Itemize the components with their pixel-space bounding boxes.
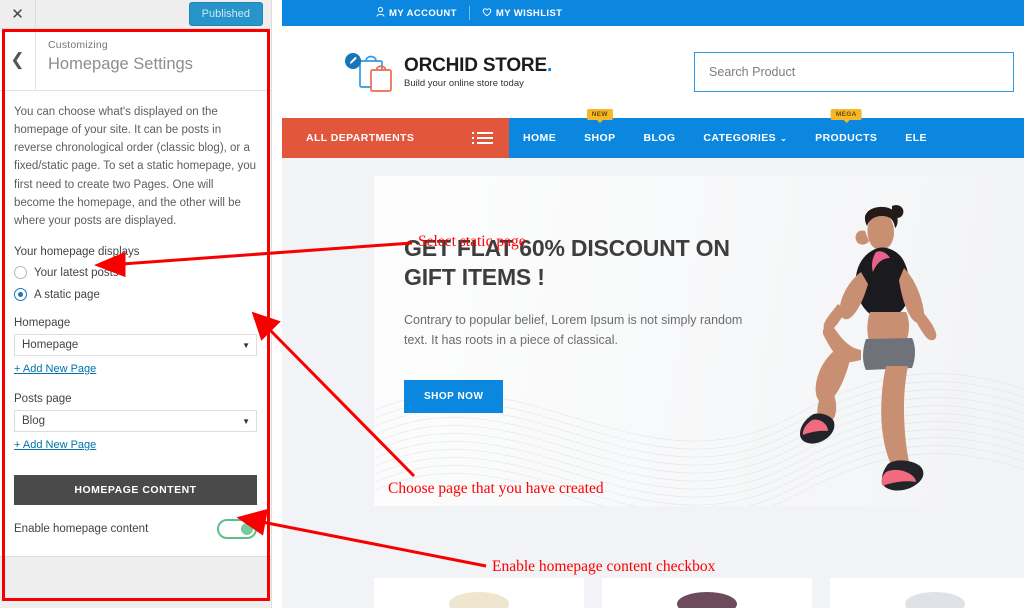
enable-homepage-content-row: Enable homepage content: [14, 519, 257, 540]
page-title: Homepage Settings: [48, 55, 193, 73]
homepage-field-group: Homepage Homepage ▼ + Add New Page: [14, 317, 257, 377]
homepage-displays-label: Your homepage displays: [14, 246, 140, 259]
posts-page-label: Posts page: [14, 393, 72, 406]
product-thumbnail: [677, 592, 737, 608]
toggle-knob: [241, 523, 253, 536]
customizing-label: Customizing: [48, 39, 108, 51]
nav-item-label: ELE: [905, 132, 927, 144]
chevron-down-icon: ▼: [242, 340, 250, 350]
user-icon: [376, 6, 385, 20]
nav-item-label: SHOP: [584, 132, 616, 144]
enable-homepage-content-label: Enable homepage content: [14, 523, 149, 536]
screen-root: MY ACCOUNT MY WISHLIST ORCHID STORE. Bui…: [0, 0, 1024, 608]
enable-homepage-content-toggle[interactable]: [217, 519, 257, 540]
search-placeholder: Search Product: [709, 65, 796, 79]
homepage-label: Homepage: [14, 317, 71, 330]
logo-dot: .: [546, 55, 553, 76]
logo-wordmark: ORCHID STORE. Build your online store to…: [404, 55, 552, 89]
product-card[interactable]: [602, 578, 812, 608]
logo-name-text: ORCHID STORE: [404, 55, 547, 76]
radio-label: Your latest posts: [34, 266, 119, 279]
close-icon[interactable]: ✕: [0, 0, 36, 28]
logo-tagline: Build your online store today: [404, 78, 524, 89]
nav-item-label: CATEGORIES: [703, 132, 777, 144]
customizer-footer-area: [0, 556, 271, 608]
section-description: You can choose what's displayed on the h…: [14, 106, 257, 227]
radio-latest-posts[interactable]: Your latest posts: [14, 266, 257, 280]
hero-title: GET FLAT 60% DISCOUNT ON GIFT ITEMS !: [404, 235, 730, 290]
hero-banner: GET FLAT 60% DISCOUNT ON GIFT ITEMS ! Co…: [374, 176, 1024, 506]
radio-static-page[interactable]: A static page: [14, 288, 257, 302]
heart-icon: [482, 7, 492, 20]
radio-label: A static page: [34, 288, 100, 301]
hero-copy: GET FLAT 60% DISCOUNT ON GIFT ITEMS ! Co…: [404, 234, 744, 413]
nav-item-elements[interactable]: ELE: [891, 118, 941, 158]
product-card[interactable]: [830, 578, 1024, 608]
site-preview-pane: MY ACCOUNT MY WISHLIST ORCHID STORE. Bui…: [282, 0, 1024, 608]
nav-item-categories[interactable]: CATEGORIES ⌄: [689, 118, 801, 158]
nav-links: HOME NEW SHOP BLOG CATEGORIES ⌄ MEGA PRO…: [509, 109, 941, 158]
all-departments-label: ALL DEPARTMENTS: [306, 132, 415, 144]
nav-item-home[interactable]: HOME: [509, 118, 570, 158]
homepage-content-section-button[interactable]: HOMEPAGE CONTENT: [14, 475, 257, 506]
nav-item-label: HOME: [523, 132, 557, 144]
homepage-select-value: Homepage: [22, 339, 79, 352]
shopping-bag-icon: [344, 49, 402, 95]
nav-item-label: BLOG: [643, 132, 676, 144]
product-card[interactable]: [374, 578, 584, 608]
nav-item-shop[interactable]: NEW SHOP: [570, 109, 629, 158]
nav-item-label: PRODUCTS: [815, 132, 878, 144]
radio-icon-selected: [14, 288, 27, 302]
nav-item-blog[interactable]: BLOG: [629, 118, 689, 158]
customizer-header: ❮ Customizing Homepage Settings: [0, 29, 271, 91]
my-account-label: MY ACCOUNT: [389, 7, 457, 19]
chevron-left-icon[interactable]: ❮: [0, 29, 36, 90]
all-departments-button[interactable]: ALL DEPARTMENTS: [282, 118, 509, 158]
nav-item-products[interactable]: MEGA PRODUCTS: [801, 109, 891, 158]
site-nav-bar: ALL DEPARTMENTS HOME NEW SHOP BLOG CATEG…: [282, 109, 1024, 158]
nav-badge-mega: MEGA: [830, 109, 862, 123]
product-thumbnail: [449, 592, 509, 608]
add-new-page-link-posts[interactable]: + Add New Page: [14, 439, 96, 451]
radio-icon: [14, 266, 27, 280]
posts-page-select[interactable]: Blog ▼: [14, 410, 257, 433]
customizer-body: You can choose what's displayed on the h…: [0, 91, 271, 540]
customizer-top-bar: ✕ Published: [0, 0, 271, 29]
posts-page-field-group: Posts page Blog ▼ + Add New Page: [14, 393, 257, 453]
my-wishlist-label: MY WISHLIST: [495, 7, 563, 19]
shop-now-button[interactable]: SHOP NOW: [404, 379, 504, 413]
search-input[interactable]: Search Product: [694, 52, 1015, 92]
chevron-down-icon: ▼: [242, 416, 250, 426]
customizer-panel: ✕ Published ❮ Customizing Homepage Setti…: [0, 0, 272, 608]
add-new-page-link-homepage[interactable]: + Add New Page: [14, 363, 96, 375]
my-wishlist-link[interactable]: MY WISHLIST: [470, 7, 575, 20]
homepage-select[interactable]: Homepage ▼: [14, 334, 257, 357]
posts-page-select-value: Blog: [22, 415, 46, 428]
nav-badge-new: NEW: [586, 109, 613, 123]
publish-button[interactable]: Published: [188, 2, 263, 26]
product-thumbnail: [905, 592, 965, 608]
product-card-row: [374, 578, 1024, 608]
chevron-down-icon: ⌄: [780, 133, 788, 143]
fitness-model-image: [800, 205, 937, 491]
site-logo[interactable]: ORCHID STORE. Build your online store to…: [344, 49, 552, 95]
my-account-link[interactable]: MY ACCOUNT: [364, 6, 469, 20]
site-top-bar: MY ACCOUNT MY WISHLIST: [282, 0, 1024, 26]
hero-subtitle: Contrary to popular belief, Lorem Ipsum …: [404, 312, 743, 347]
site-middle-bar: ORCHID STORE. Build your online store to…: [282, 26, 1024, 118]
customizer-titles: Customizing Homepage Settings: [36, 29, 193, 90]
hamburger-list-icon: [472, 132, 493, 144]
